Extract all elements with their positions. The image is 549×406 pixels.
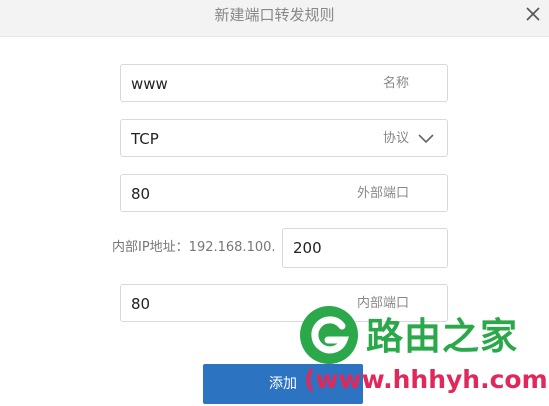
name-label: 名称 bbox=[382, 76, 409, 91]
internal-port-value: 80 bbox=[131, 295, 151, 313]
dialog-title: 新建端口转发规则 bbox=[214, 6, 335, 24]
dialog-header: 新建端口转发规则 bbox=[0, 0, 549, 37]
internal-ip-field[interactable]: 200 bbox=[282, 228, 448, 268]
internal-ip-value: 200 bbox=[293, 239, 322, 257]
watermark-logo-icon bbox=[300, 306, 358, 364]
external-port-value: 80 bbox=[131, 185, 151, 203]
external-port-label: 外部端口 bbox=[356, 186, 409, 201]
protocol-select[interactable]: TCP 协议 bbox=[120, 119, 448, 157]
protocol-label: 协议 bbox=[382, 131, 409, 146]
internal-ip-label: 内部IP地址：192.168.100. bbox=[112, 240, 276, 255]
protocol-value: TCP bbox=[131, 130, 159, 148]
chevron-down-icon[interactable] bbox=[417, 132, 435, 146]
close-icon[interactable] bbox=[523, 4, 543, 24]
external-port-field[interactable]: 80 外部端口 bbox=[120, 174, 448, 212]
name-field[interactable]: www 名称 bbox=[120, 64, 448, 102]
watermark-name: 路由之家 bbox=[366, 315, 518, 358]
name-value: www bbox=[131, 75, 168, 93]
watermark-url: (www.hhhyh.com) bbox=[304, 365, 549, 394]
